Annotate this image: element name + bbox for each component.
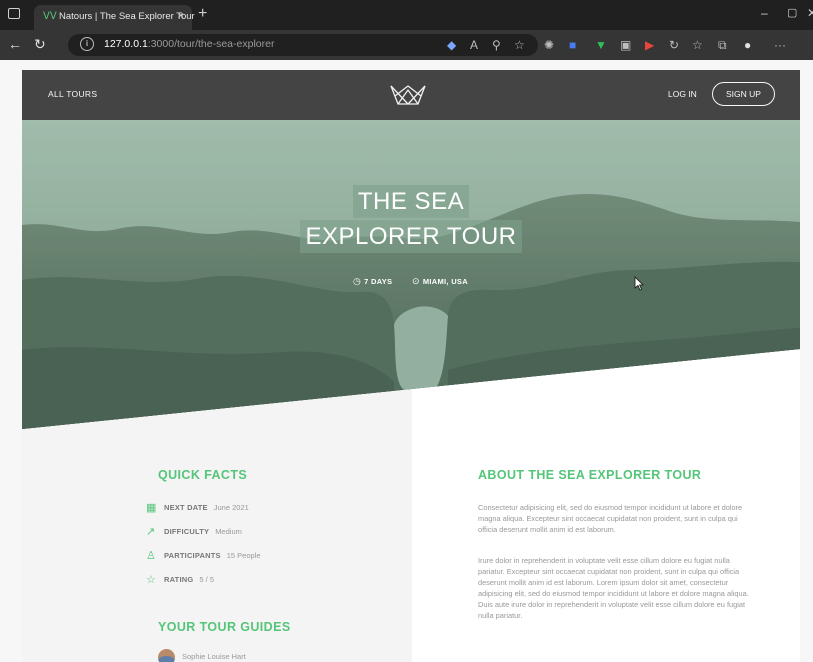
favorites-icon[interactable]: ☆ — [692, 38, 703, 52]
url-host: 127.0.0.1 — [104, 38, 148, 50]
nav-all-tours-link[interactable]: ALL TOURS — [48, 89, 97, 99]
address-bar[interactable]: i 127.0.0.1:3000/tour/the-sea-explorer — [68, 34, 538, 56]
url-text[interactable]: 127.0.0.1:3000/tour/the-sea-explorer — [104, 38, 274, 50]
fact-label: DIFFICULTY — [164, 527, 210, 536]
extension-box-icon[interactable]: ▣ — [620, 38, 631, 52]
url-path: :3000/tour/the-sea-explorer — [147, 38, 275, 50]
extension-tag-icon[interactable]: ◆ — [447, 38, 456, 52]
extension-red-icon[interactable]: ▶ — [645, 38, 654, 52]
fact-value: 5 / 5 — [199, 575, 214, 584]
quick-facts-heading: QUICK FACTS — [158, 468, 248, 482]
window-maximize-button[interactable]: ▢ — [787, 6, 797, 19]
collections-icon[interactable]: ⧉ — [718, 38, 727, 52]
calendar-icon: ▦ — [146, 502, 157, 514]
favorite-add-icon[interactable]: ☆ — [514, 38, 525, 52]
site-header: ALL TOURS LOG IN SIGN UP — [22, 70, 800, 120]
back-arrow-icon[interactable]: ← — [8, 36, 22, 52]
tour-duration: ◷ 7 DAYS — [353, 276, 392, 287]
about-heading: ABOUT THE SEA EXPLORER TOUR — [478, 468, 702, 482]
trending-up-icon: ↗ — [146, 526, 156, 538]
extension-guard-icon[interactable]: ▼ — [595, 38, 607, 52]
map-pin-icon: ⊙ — [412, 276, 420, 286]
clock-icon: ◷ — [353, 276, 362, 286]
nav-signup-button[interactable]: SIGN UP — [712, 82, 775, 106]
window-minimize-button[interactable]: – — [761, 6, 768, 20]
tour-location-text: MIAMI, USA — [422, 277, 468, 286]
fact-label: NEXT DATE — [164, 503, 208, 512]
tour-location: ⊙ MIAMI, USA — [412, 276, 468, 287]
fact-difficulty: ↗ DIFFICULTY Medium — [146, 525, 242, 539]
nav-login-link[interactable]: LOG IN — [668, 89, 697, 99]
natours-favicon-icon: ᐯᐯ — [43, 11, 57, 22]
tab-actions-icon[interactable] — [8, 8, 20, 19]
tour-title-line1: THE SEA — [352, 185, 470, 218]
refresh-icon[interactable]: ↻ — [34, 36, 46, 53]
read-aloud-icon[interactable]: A — [470, 38, 478, 52]
star-icon: ☆ — [146, 574, 156, 586]
extension-refresh-icon[interactable]: ↻ — [669, 38, 679, 52]
fact-value: June 2021 — [213, 503, 249, 512]
fact-label: PARTICIPANTS — [164, 551, 221, 560]
fact-label: RATING — [164, 575, 194, 584]
new-tab-button[interactable]: + — [198, 5, 207, 23]
about-paragraph: Irure dolor in reprehenderit in voluptat… — [478, 556, 749, 620]
user-icon: ♙ — [146, 550, 156, 562]
tour-title: THE SEA EXPLORER TOUR — [22, 185, 800, 253]
guide-name: Sophie Louise Hart — [182, 652, 246, 661]
natours-logo-icon[interactable] — [388, 82, 428, 108]
extension-shield-icon[interactable]: ■ — [569, 38, 576, 52]
tour-duration-text: 7 DAYS — [364, 277, 393, 286]
fact-rating: ☆ RATING 5 / 5 — [146, 573, 214, 587]
tab-title: Natours | The Sea Explorer Tour — [59, 11, 195, 22]
hero-image — [22, 120, 800, 429]
site-info-icon[interactable]: i — [80, 37, 94, 51]
tab-close-button[interactable]: × — [178, 10, 184, 22]
window-close-button[interactable]: ✕ — [807, 6, 813, 20]
browser-tab[interactable]: ᐯᐯ Natours | The Sea Explorer Tour × — [34, 5, 195, 30]
browser-tab-bar: ᐯᐯ Natours | The Sea Explorer Tour × + –… — [0, 0, 813, 30]
zoom-icon[interactable]: ⚲ — [492, 38, 501, 52]
about-paragraph: Consectetur adipisicing elit, sed do eiu… — [478, 503, 743, 534]
mouse-cursor-icon — [634, 276, 644, 291]
tour-title-line2: EXPLORER TOUR — [300, 220, 522, 253]
tour-hero — [22, 120, 800, 429]
tour-guides-heading: YOUR TOUR GUIDES — [158, 620, 291, 634]
fact-next-date: ▦ NEXT DATE June 2021 — [146, 501, 249, 515]
profile-avatar-icon[interactable]: ● — [744, 38, 751, 52]
web-page: ALL TOURS LOG IN SIGN UP THE SEA EXPLORE… — [22, 70, 800, 662]
settings-more-button[interactable]: ··· — [774, 38, 786, 52]
fact-participants: ♙ PARTICIPANTS 15 People — [146, 549, 261, 563]
extension-gear-icon[interactable]: ✺ — [544, 38, 554, 52]
guide-avatar — [158, 649, 175, 662]
fact-value: 15 People — [226, 551, 261, 560]
fact-value: Medium — [215, 527, 242, 536]
